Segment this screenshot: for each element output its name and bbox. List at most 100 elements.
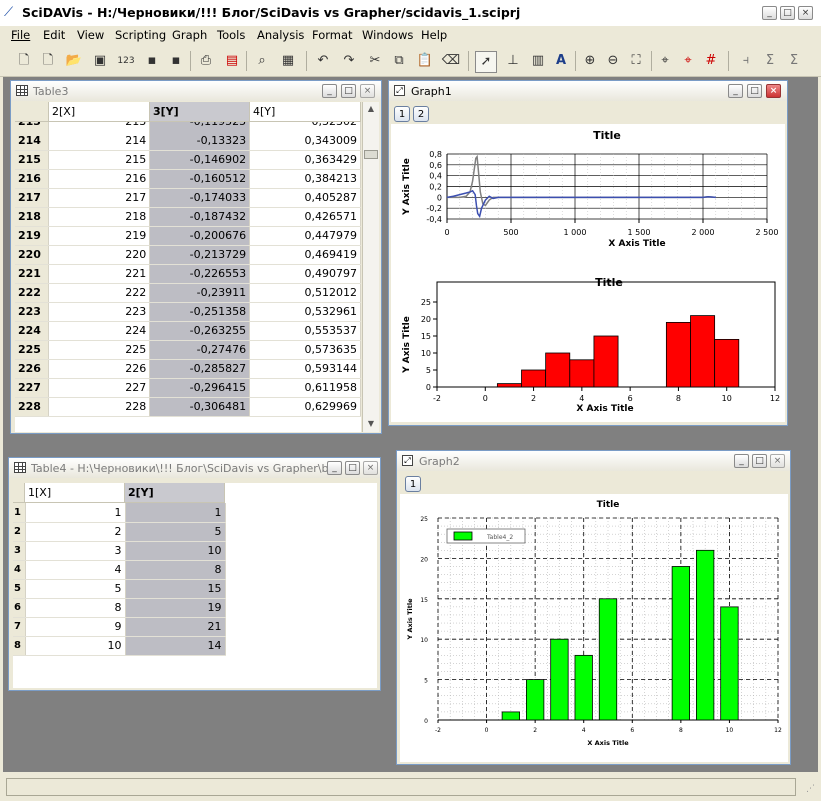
resize-grip-icon[interactable]: ⋰: [806, 784, 815, 794]
table-row[interactable]: 3 3 10: [13, 541, 226, 561]
cell[interactable]: -0,263255: [149, 321, 251, 341]
scroll-thumb[interactable]: [364, 150, 378, 159]
cell[interactable]: 226: [48, 359, 151, 379]
scroll-down-icon[interactable]: ▼: [364, 417, 378, 431]
table-row[interactable]: 222 222 -0,23911 0,512012: [15, 283, 361, 303]
cell[interactable]: 225: [48, 340, 151, 360]
table3-title-bar[interactable]: Table3 _ □ ×: [11, 81, 381, 101]
graph1-window[interactable]: ⤢ Graph1 _ □ × 1 2 Title -0,4 -0,2 0 0,2 0,4 0…: [388, 80, 788, 426]
cell[interactable]: 223: [48, 302, 151, 322]
cell[interactable]: 0,532961: [249, 302, 361, 322]
pointer-icon[interactable]: ➚: [475, 51, 497, 73]
cell[interactable]: 0,32302: [249, 122, 361, 131]
close-icon[interactable]: ×: [363, 461, 378, 475]
text-icon[interactable]: A: [551, 51, 571, 71]
close-icon[interactable]: ×: [766, 84, 781, 98]
cell[interactable]: 222: [48, 283, 151, 303]
cell[interactable]: 218: [48, 207, 151, 227]
table-row[interactable]: 6 8 19: [13, 598, 226, 618]
minimize-icon[interactable]: _: [734, 454, 749, 468]
table-row[interactable]: 216 216 -0,160512 0,384213: [15, 169, 361, 189]
cell[interactable]: 0,553537: [249, 321, 361, 341]
zoom-out-icon[interactable]: ⊖: [603, 51, 623, 71]
import-icon[interactable]: 123: [116, 51, 136, 71]
cell[interactable]: 4: [25, 560, 126, 580]
export-pdf-icon[interactable]: ▤: [222, 51, 242, 71]
zoom-in-icon[interactable]: ⊕: [580, 51, 600, 71]
new-project-icon[interactable]: 🗋: [14, 51, 34, 71]
column-header-1x[interactable]: 1[X]: [25, 483, 125, 503]
cell[interactable]: 0,593144: [249, 359, 361, 379]
open-icon[interactable]: 📂: [64, 51, 84, 71]
cut-icon[interactable]: ✂: [365, 51, 385, 71]
print-icon[interactable]: ⎙: [196, 51, 216, 71]
copy-icon[interactable]: ⧉: [389, 51, 409, 71]
minimize-icon[interactable]: _: [327, 461, 342, 475]
add-column-icon[interactable]: ⫞: [736, 51, 756, 71]
cell[interactable]: 9: [25, 617, 126, 637]
cell[interactable]: 0,611958: [249, 378, 361, 398]
minimize-icon[interactable]: _: [322, 84, 337, 98]
new-table-icon[interactable]: 🗋: [38, 51, 58, 71]
cell[interactable]: 227: [48, 378, 151, 398]
menu-format[interactable]: Format: [312, 28, 353, 42]
menu-analysis[interactable]: Analysis: [257, 28, 304, 42]
minimize-icon[interactable]: _: [728, 84, 743, 98]
column-header-2y[interactable]: 2[Y]: [125, 483, 225, 503]
cell[interactable]: -0,160512: [149, 169, 251, 189]
close-icon[interactable]: ×: [360, 84, 375, 98]
cell[interactable]: -0,146902: [149, 150, 251, 170]
menu-windows[interactable]: Windows: [362, 28, 413, 42]
cell[interactable]: 3: [25, 541, 126, 561]
cell[interactable]: 0,405287: [249, 188, 361, 208]
maximize-icon[interactable]: □: [345, 461, 360, 475]
cell[interactable]: 0,426571: [249, 207, 361, 227]
cell[interactable]: 215: [48, 150, 151, 170]
table-row[interactable]: 225 225 -0,27476 0,573635: [15, 340, 361, 360]
open-template-icon[interactable]: ▣: [90, 51, 110, 71]
cell[interactable]: 2: [25, 522, 126, 542]
undo-icon[interactable]: ↶: [313, 51, 333, 71]
column-header-3y[interactable]: 3[Y]: [150, 102, 250, 122]
rescale-icon[interactable]: ⛶: [626, 51, 646, 71]
cell[interactable]: 217: [48, 188, 151, 208]
menu-file[interactable]: File: [11, 28, 30, 42]
table-row[interactable]: 7 9 21: [13, 617, 226, 637]
cell[interactable]: 221: [48, 264, 151, 284]
scroll-up-icon[interactable]: ▲: [364, 102, 378, 116]
table-row[interactable]: 223 223 -0,251358 0,532961: [15, 302, 361, 322]
table4-title-bar[interactable]: Table4 - H:\Черновики\!!! Блог\SciDavis …: [9, 458, 380, 478]
redo-icon[interactable]: ↷: [339, 51, 359, 71]
menu-edit[interactable]: Edit: [43, 28, 65, 42]
table-row[interactable]: 111: [13, 503, 226, 523]
cell[interactable]: 21: [125, 617, 226, 637]
table-row[interactable]: 8 10 14: [13, 636, 226, 656]
table-row[interactable]: 220 220 -0,213729 0,469419: [15, 245, 361, 265]
minimize-icon[interactable]: _: [762, 6, 777, 20]
cell[interactable]: 0,573635: [249, 340, 361, 360]
cell[interactable]: 214: [48, 131, 151, 151]
data-reader-icon[interactable]: ⊥: [503, 51, 523, 71]
cell[interactable]: 0,343009: [249, 131, 361, 151]
menu-view[interactable]: View: [77, 28, 104, 42]
table-row[interactable]: 224 224 -0,263255 0,553537: [15, 321, 361, 341]
table3-window[interactable]: Table3 _ □ × 2[X] 3[Y] 4[Y] 213 213 -0,1…: [10, 80, 382, 434]
maximize-icon[interactable]: □: [747, 84, 762, 98]
layer-button-2[interactable]: 2: [413, 106, 429, 122]
cell[interactable]: -0,174033: [149, 188, 251, 208]
cell[interactable]: 8: [125, 560, 226, 580]
cell[interactable]: 8: [25, 598, 126, 618]
cell[interactable]: -0,13323: [149, 131, 251, 151]
data-point-icon[interactable]: ⌖: [678, 51, 698, 71]
close-icon[interactable]: ×: [798, 6, 813, 20]
table-row[interactable]: 225: [13, 522, 226, 542]
cell[interactable]: 0,447979: [249, 226, 361, 246]
remove-point-icon[interactable]: #: [701, 51, 721, 71]
vertical-scrollbar[interactable]: ▲ ▼: [362, 102, 379, 432]
graph2-window[interactable]: ⤢ Graph2 _ □ × 1 Title 0 5 10 15 20 25 -2 0 2 4 6 8 1…: [396, 450, 791, 765]
save-icon[interactable]: ▪: [142, 51, 162, 71]
cell[interactable]: 213: [48, 122, 151, 131]
cell[interactable]: -0,200676: [149, 226, 251, 246]
table-row[interactable]: 448: [13, 560, 226, 580]
cell[interactable]: -0,187432: [149, 207, 251, 227]
